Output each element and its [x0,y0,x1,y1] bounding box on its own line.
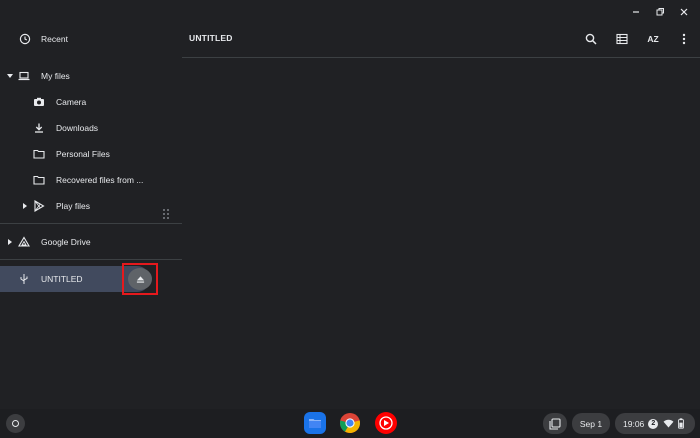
play-store-icon [33,200,45,212]
drive-icon [18,236,30,248]
sidebar-divider [0,259,182,260]
download-icon [33,122,45,134]
camera-folder-icon [33,96,45,108]
more-vert-icon [678,33,690,45]
expand-caret-icon[interactable] [21,202,29,210]
list-view-button[interactable] [613,30,631,48]
sidebar-item-downloads[interactable]: Downloads [0,115,162,141]
sidebar-item-recovered-files[interactable]: Recovered files from ... [0,167,162,193]
clock-icon [19,33,31,45]
sidebar-divider [0,223,182,224]
files-app-icon[interactable] [304,412,326,434]
launcher-button[interactable] [6,414,25,433]
sidebar-item-label: Downloads [56,123,99,133]
sidebar-item-my-files[interactable]: My files [0,63,162,89]
holding-space-icon [549,417,561,430]
folder-icon [33,148,45,160]
sidebar-item-play-files[interactable]: Play files [0,193,162,219]
status-tray-button[interactable]: 19:06 2 [615,413,695,434]
usb-icon [18,273,30,285]
search-button[interactable] [582,30,600,48]
file-list-area [182,59,700,409]
youtube-music-icon[interactable] [375,412,397,434]
sidebar-item-label: Recent [41,34,68,44]
sidebar-item-recent[interactable]: Recent [0,26,162,52]
search-icon [585,33,597,45]
folder-icon [33,174,45,186]
minimize-icon[interactable] [628,4,644,20]
expand-caret-icon[interactable] [6,72,14,80]
main-header: UNTITLED AZ [182,22,700,58]
sort-az-icon: AZ [647,34,659,44]
window-controls [628,4,692,20]
page-title: UNTITLED [189,33,233,43]
sidebar-item-label: UNTITLED [41,274,83,284]
sidebar-item-label: Personal Files [56,149,110,159]
date-label: Sep 1 [579,418,603,429]
wifi-icon [663,419,674,428]
sidebar: Recent My files Camera Downloads Persona… [0,22,182,409]
highlight-box [122,263,158,295]
expand-caret-icon[interactable] [6,238,14,246]
files-app-window: Recent My files Camera Downloads Persona… [0,0,700,409]
laptop-icon [18,70,30,82]
sort-button[interactable]: AZ [644,30,662,48]
sidebar-item-label: Google Drive [41,237,91,247]
sidebar-item-camera[interactable]: Camera [0,89,162,115]
sidebar-item-label: My files [41,71,70,81]
holding-space-button[interactable] [543,413,567,434]
notification-badge: 2 [648,418,659,429]
chrome-icon[interactable] [339,412,361,434]
clock-time: 19:06 [623,418,645,429]
sidebar-item-personal-files[interactable]: Personal Files [0,141,162,167]
shelf: Sep 1 19:06 2 [0,409,700,438]
sidebar-resize-handle[interactable] [162,208,170,220]
sidebar-item-label: Play files [56,201,91,211]
more-options-button[interactable] [675,30,693,48]
launcher-icon [12,420,19,427]
sidebar-item-label: Recovered files from ... [56,175,144,185]
restore-icon[interactable] [652,4,668,20]
list-view-icon [616,33,628,45]
sidebar-item-label: Camera [56,97,87,107]
date-tray-button[interactable]: Sep 1 [572,413,610,434]
sidebar-item-google-drive[interactable]: Google Drive [0,229,162,255]
close-icon[interactable] [676,4,692,20]
battery-icon [678,418,685,429]
